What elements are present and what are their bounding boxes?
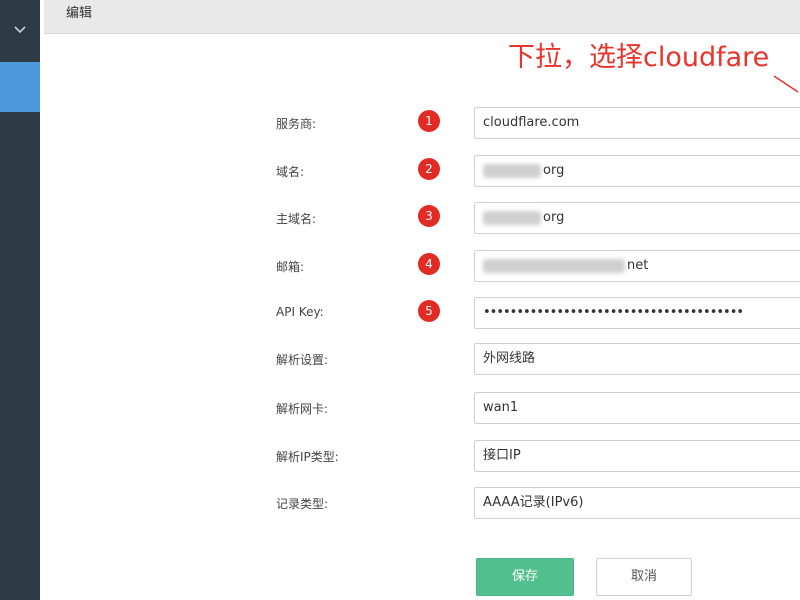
form-row-email: 邮箱: 4 net bbox=[0, 250, 800, 282]
main-domain-label: 主域名: bbox=[276, 212, 317, 226]
provider-value: cloudflare.com bbox=[483, 115, 580, 130]
annotation-arrow-icon bbox=[773, 75, 799, 93]
resolve-setting-select[interactable]: 外网线路 bbox=[474, 343, 800, 375]
provider-select[interactable]: cloudflare.com bbox=[474, 107, 800, 139]
redacted-text bbox=[483, 258, 625, 273]
form-row-resolve-setting: 解析设置: 外网线路 bbox=[0, 343, 800, 375]
form-row-provider: 服务商: 1 cloudflare.com bbox=[0, 107, 800, 139]
step-badge-2: 2 bbox=[418, 158, 440, 180]
form-row-domain: 域名: 2 org bbox=[0, 155, 800, 187]
provider-label: 服务商: bbox=[276, 117, 317, 131]
chevron-down-icon[interactable] bbox=[12, 24, 28, 36]
email-label: 邮箱: bbox=[276, 260, 305, 274]
email-input[interactable]: net bbox=[474, 250, 800, 282]
form-row-record-type: 记录类型: AAAA记录(IPv6) bbox=[0, 487, 800, 519]
email-value: net bbox=[627, 258, 649, 273]
ip-type-select[interactable]: 接口IP bbox=[474, 440, 800, 472]
api-key-value: ••••••••••••••••••••••••••••••••••••••• bbox=[483, 305, 744, 320]
form-row-resolve-nic: 解析网卡: wan1 bbox=[0, 392, 800, 424]
record-type-value: AAAA记录(IPv6) bbox=[483, 495, 584, 510]
resolve-setting-label: 解析设置: bbox=[276, 353, 329, 367]
record-type-label: 记录类型: bbox=[276, 497, 329, 511]
page-title: 编辑 bbox=[66, 6, 93, 21]
step-badge-4: 4 bbox=[418, 253, 440, 275]
step-badge-1: 1 bbox=[418, 110, 440, 132]
ip-type-label: 解析IP类型: bbox=[276, 450, 339, 464]
save-button[interactable]: 保存 bbox=[476, 558, 574, 596]
domain-value: org bbox=[543, 163, 565, 178]
api-key-label: API Key: bbox=[276, 305, 324, 319]
resolve-nic-value: wan1 bbox=[483, 400, 519, 415]
annotation-text: 下拉，选择cloudfare bbox=[508, 42, 770, 73]
resolve-nic-select[interactable]: wan1 bbox=[474, 392, 800, 424]
header-bar: 编辑 bbox=[44, 0, 800, 34]
step-badge-3: 3 bbox=[418, 205, 440, 227]
api-key-input[interactable]: ••••••••••••••••••••••••••••••••••••••• bbox=[474, 297, 800, 329]
step-badge-5: 5 bbox=[418, 300, 440, 322]
resolve-setting-value: 外网线路 bbox=[483, 351, 536, 366]
form-row-main-domain: 主域名: 3 org bbox=[0, 202, 800, 234]
domain-input[interactable]: org bbox=[474, 155, 800, 187]
main-domain-input[interactable]: org bbox=[474, 202, 800, 234]
cancel-button[interactable]: 取消 bbox=[596, 558, 692, 596]
main-domain-value: org bbox=[543, 210, 565, 225]
record-type-select[interactable]: AAAA记录(IPv6) bbox=[474, 487, 800, 519]
form-row-api-key: API Key: 5 •••••••••••••••••••••••••••••… bbox=[0, 297, 800, 329]
redacted-text bbox=[483, 163, 541, 178]
redacted-text bbox=[483, 210, 541, 225]
form-row-ip-type: 解析IP类型: 接口IP bbox=[0, 440, 800, 472]
resolve-nic-label: 解析网卡: bbox=[276, 402, 329, 416]
ip-type-value: 接口IP bbox=[483, 448, 521, 463]
domain-label: 域名: bbox=[276, 165, 305, 179]
sidebar-item-active[interactable] bbox=[0, 62, 40, 112]
